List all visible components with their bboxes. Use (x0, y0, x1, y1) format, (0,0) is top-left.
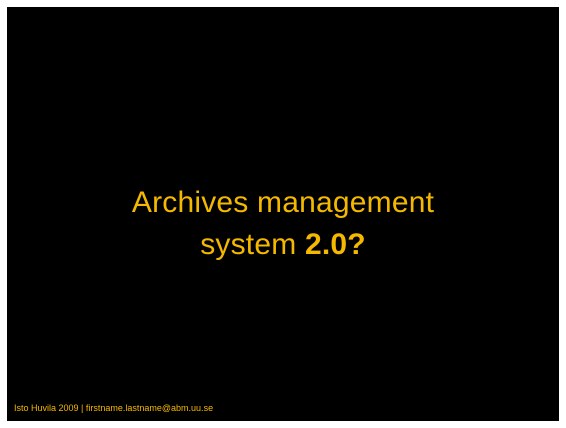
slide-title: Archives management system 2.0? (7, 182, 559, 266)
title-version-text: 2.0? (304, 228, 366, 261)
slide: Archives management system 2.0? Isto Huv… (7, 7, 559, 421)
title-line-2: system 2.0? (7, 224, 559, 266)
title-system-text: system (200, 228, 297, 261)
slide-footer: Isto Huvila 2009 | firstname.lastname@ab… (14, 403, 214, 413)
title-line-1: Archives management (131, 186, 435, 219)
